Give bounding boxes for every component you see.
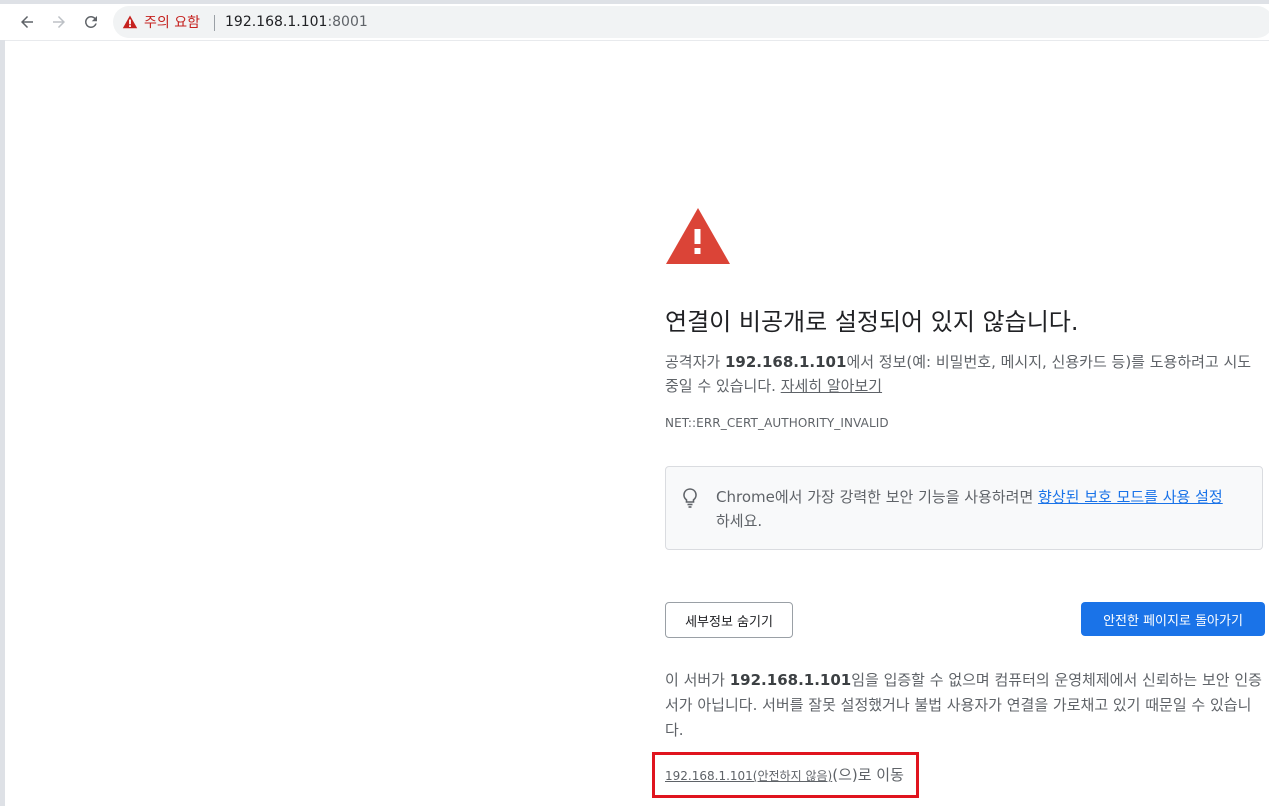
address-bar[interactable]: 주의 요함 192.168.1.101:8001 <box>113 6 1269 38</box>
forward-arrow-icon <box>53 16 65 28</box>
tip-suffix: 하세요. <box>716 512 763 530</box>
explanation-text: 공격자가 192.168.1.101에서 정보(예: 비밀번호, 메시지, 신용… <box>665 350 1263 398</box>
proceed-suffix: (으)로 이동 <box>832 766 904 784</box>
tip-text: Chrome에서 가장 강력한 보안 기능을 사용하려면 향상된 보호 모드를 … <box>716 485 1256 533</box>
chip-separator <box>214 15 215 31</box>
enhanced-protection-link[interactable]: 향상된 보호 모드를 사용 설정 <box>1038 488 1223 506</box>
reload-button[interactable] <box>77 8 105 36</box>
explain-host: 192.168.1.101 <box>724 353 847 371</box>
url-host: 192.168.1.101 <box>225 14 328 30</box>
hide-details-button[interactable]: 세부정보 숨기기 <box>665 602 793 638</box>
error-code: NET::ERR_CERT_AUTHORITY_INVALID <box>665 416 889 430</box>
security-chip-label: 주의 요함 <box>144 15 200 31</box>
browser-toolbar: 주의 요함 192.168.1.101:8001 <box>0 4 1269 41</box>
back-button[interactable] <box>13 8 41 36</box>
details-prefix: 이 서버가 <box>665 671 730 689</box>
window-left-border <box>0 40 5 806</box>
forward-button[interactable] <box>45 8 73 36</box>
page-title: 연결이 비공개로 설정되어 있지 않습니다. <box>665 308 1079 336</box>
tip-prefix: Chrome에서 가장 강력한 보안 기능을 사용하려면 <box>716 488 1039 506</box>
details-text: 이 서버가 192.168.1.101임을 입증할 수 없으며 컴퓨터의 운영체… <box>665 668 1263 743</box>
security-chip[interactable]: 주의 요함 <box>122 6 200 38</box>
proceed-unsafe-link[interactable]: 192.168.1.101(안전하지 않음) <box>665 769 832 783</box>
back-arrow-icon <box>21 16 33 28</box>
reload-icon <box>84 15 97 28</box>
details-host: 192.168.1.101 <box>729 671 852 689</box>
learn-more-link[interactable]: 자세히 알아보기 <box>781 377 882 395</box>
lightbulb-icon <box>683 488 697 508</box>
url-port: :8001 <box>327 14 368 30</box>
warning-triangle-icon <box>666 208 730 264</box>
warning-triangle-icon <box>122 15 138 29</box>
url-text[interactable]: 192.168.1.101:8001 <box>225 6 368 38</box>
back-to-safety-button[interactable]: 안전한 페이지로 돌아가기 <box>1081 602 1265 636</box>
explain-prefix: 공격자가 <box>665 353 725 371</box>
proceed-line: 192.168.1.101(안전하지 않음)(으)로 이동 <box>665 764 904 785</box>
enhanced-protection-tip: Chrome에서 가장 강력한 보안 기능을 사용하려면 향상된 보호 모드를 … <box>665 466 1263 550</box>
